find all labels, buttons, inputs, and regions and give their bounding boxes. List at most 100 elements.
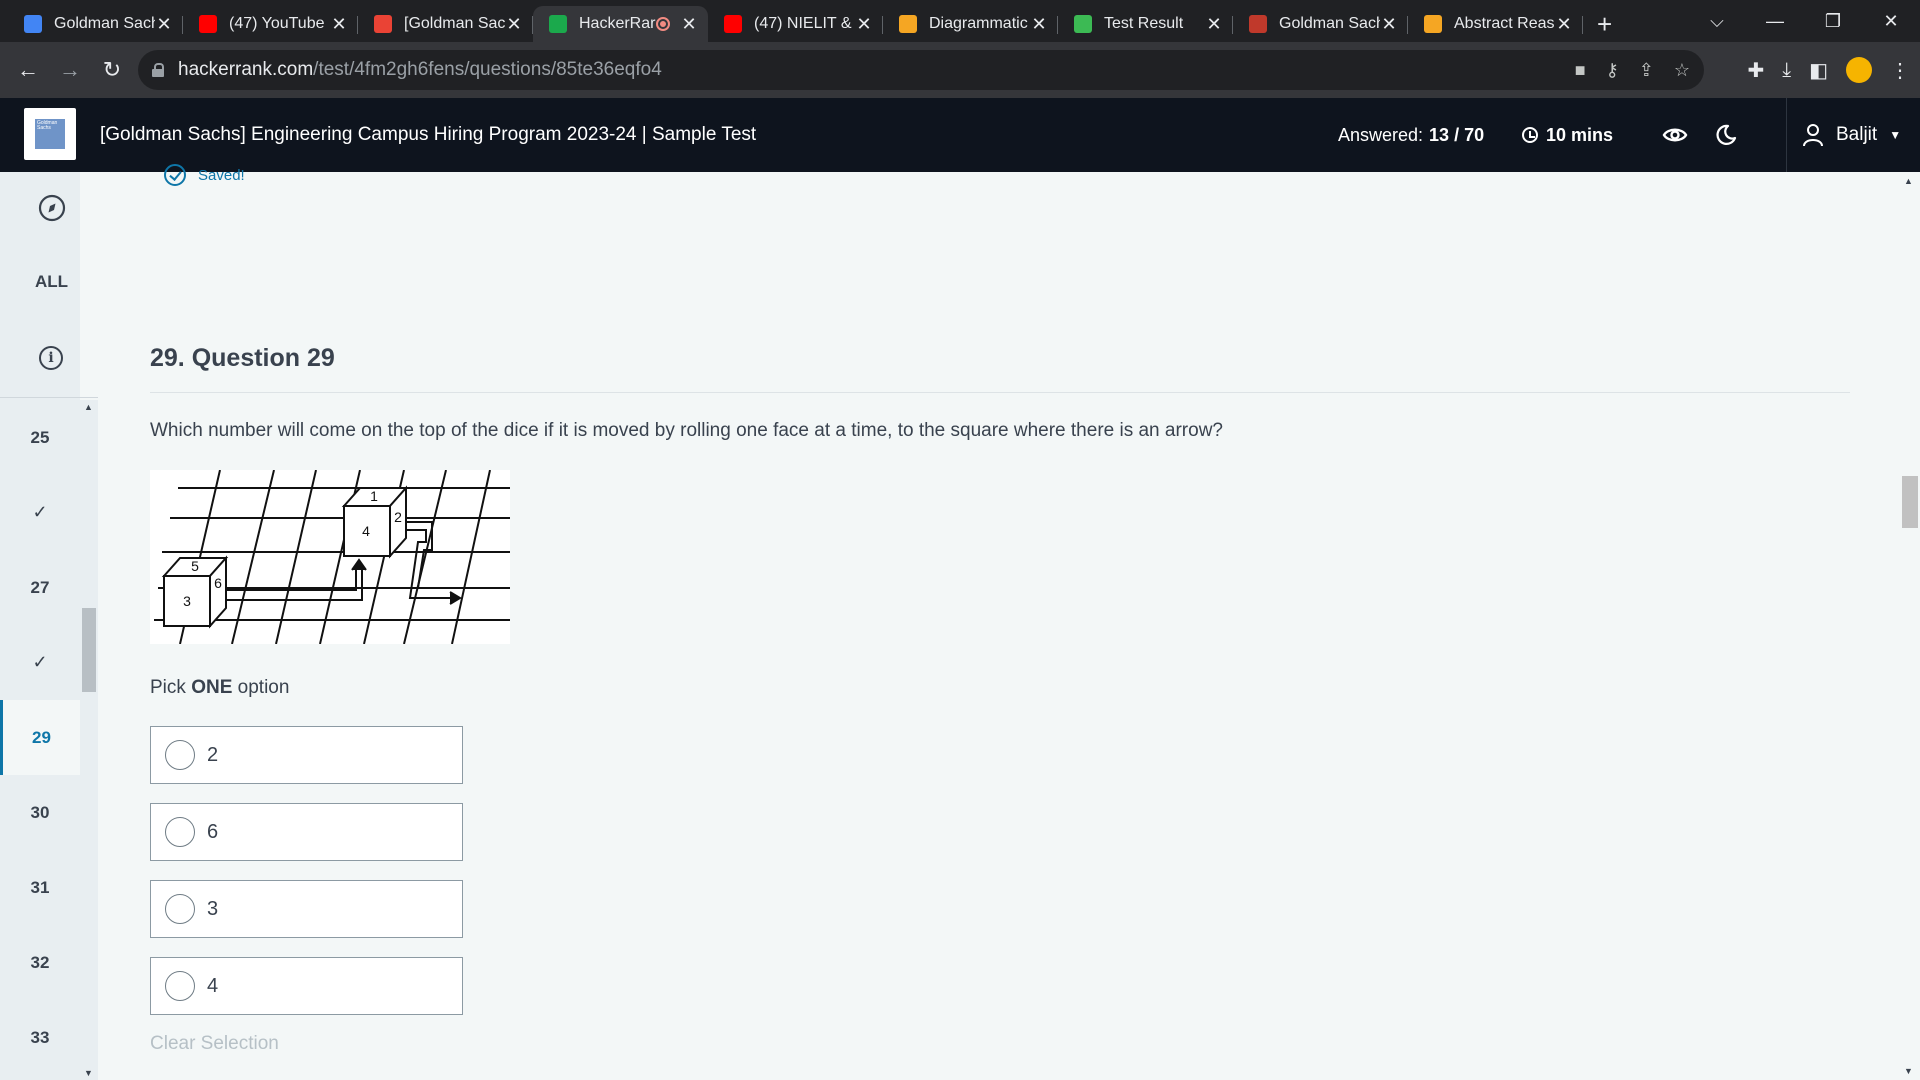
sidebar-question-29[interactable]: 29 bbox=[0, 700, 80, 775]
clear-selection-button[interactable]: Clear Selection bbox=[150, 1033, 279, 1055]
sidebar-question-27[interactable]: 27 bbox=[0, 550, 80, 625]
warning-icon bbox=[899, 15, 917, 33]
browser-tab[interactable]: (47) NIELIT & ✕ bbox=[708, 6, 883, 42]
extensions-puzzle-icon[interactable]: ✚ bbox=[1747, 58, 1764, 83]
dice-end-side-label: 2 bbox=[394, 509, 402, 525]
close-tab-icon[interactable]: ✕ bbox=[1555, 14, 1573, 35]
browser-tab[interactable]: (47) YouTube ✕ bbox=[183, 6, 358, 42]
user-menu[interactable]: Baljit ▼ bbox=[1802, 98, 1901, 172]
more-menu-icon[interactable]: ⋮ bbox=[1890, 58, 1910, 83]
saved-indicator: Saved! bbox=[164, 164, 245, 186]
recording-icon bbox=[656, 17, 670, 31]
back-arrow-icon[interactable]: ← bbox=[8, 50, 48, 90]
page-scroll-up-arrow-icon[interactable]: ▲ bbox=[1904, 176, 1913, 186]
profile-avatar[interactable] bbox=[1846, 57, 1872, 83]
tab-title: Abstract Reasc bbox=[1454, 15, 1555, 32]
browser-tab[interactable]: Goldman Sach ✕ bbox=[8, 6, 183, 42]
share-icon[interactable]: ⇪ bbox=[1639, 60, 1654, 81]
goldman-sachs-logo: Goldman Sachs bbox=[24, 108, 76, 160]
dice-end-front-label: 4 bbox=[362, 523, 370, 539]
side-panel-icon[interactable]: ◧ bbox=[1809, 58, 1828, 83]
question-text: Which number will come on the top of the… bbox=[150, 420, 1223, 441]
user-icon bbox=[1803, 124, 1823, 147]
tab-title: Diagrammatic bbox=[929, 15, 1028, 32]
new-tab-button[interactable]: + bbox=[1597, 6, 1612, 42]
camera-icon[interactable]: ■ bbox=[1575, 60, 1586, 81]
close-tab-icon[interactable]: ✕ bbox=[855, 14, 873, 35]
tab-title: Goldman Sach bbox=[1279, 15, 1380, 32]
page-scrollbar[interactable]: ▲ ▼ bbox=[1898, 172, 1920, 1080]
close-tab-icon[interactable]: ✕ bbox=[505, 14, 523, 35]
key-icon[interactable]: ⚷ bbox=[1606, 60, 1619, 81]
sidebar-question-31[interactable]: 31 bbox=[0, 850, 80, 925]
dice-grid-diagram: 5 3 6 1 4 2 bbox=[154, 469, 510, 645]
question-sidebar: ALL i 25 ✓ 27 ✓ 29 30 31 32 33 ▲ ▼ bbox=[0, 172, 98, 1080]
browser-tab-strip: Goldman Sach ✕ (47) YouTube ✕ [Goldman Sac ✕ H… bbox=[0, 0, 1920, 42]
umbrella-icon bbox=[1074, 15, 1092, 33]
close-tab-icon[interactable]: ✕ bbox=[1205, 14, 1223, 35]
timer: 10 mins bbox=[1522, 98, 1613, 172]
sidebar-question-25[interactable]: 25 bbox=[0, 400, 80, 475]
answer-option[interactable]: 3 bbox=[150, 880, 463, 938]
sidebar-question-30[interactable]: 30 bbox=[0, 775, 80, 850]
sidebar-scrollbar[interactable]: ▲ ▼ bbox=[80, 400, 98, 1080]
scroll-up-arrow-icon[interactable]: ▲ bbox=[84, 402, 93, 412]
restore-button[interactable]: ❐ bbox=[1804, 11, 1862, 32]
browser-tab[interactable]: Abstract Reasc ✕ bbox=[1408, 6, 1583, 42]
pick-instruction: Pick ONE option bbox=[150, 677, 290, 698]
option-label: 2 bbox=[207, 743, 219, 766]
check-circle-icon bbox=[164, 164, 186, 186]
dice-start-front-label: 3 bbox=[183, 593, 191, 609]
sidebar-question-33[interactable]: 33 bbox=[0, 1000, 80, 1075]
radio-button[interactable] bbox=[165, 894, 195, 924]
close-window-button[interactable]: ✕ bbox=[1862, 11, 1920, 32]
page-scroll-thumb[interactable] bbox=[1902, 476, 1918, 528]
sidebar-question-answered[interactable]: ✓ bbox=[0, 625, 80, 700]
clock-icon bbox=[1522, 127, 1538, 143]
page-scroll-down-arrow-icon[interactable]: ▼ bbox=[1904, 1066, 1913, 1076]
radio-button[interactable] bbox=[165, 740, 195, 770]
tab-title: (47) NIELIT & bbox=[754, 15, 852, 32]
radio-button[interactable] bbox=[165, 817, 195, 847]
moon-icon[interactable] bbox=[1714, 123, 1738, 147]
tab-search-icon[interactable]: ⌵ bbox=[1688, 11, 1746, 32]
address-bar[interactable]: hackerrank.com/test/4fm2gh6fens/question… bbox=[138, 50, 1704, 90]
compass-icon[interactable] bbox=[38, 194, 66, 222]
close-tab-icon[interactable]: ✕ bbox=[680, 14, 698, 35]
sidebar-question-answered[interactable]: ✓ bbox=[0, 475, 80, 550]
sidebar-scroll-thumb[interactable] bbox=[82, 608, 96, 692]
answer-option[interactable]: 4 bbox=[150, 957, 463, 1015]
close-tab-icon[interactable]: ✕ bbox=[330, 14, 348, 35]
close-tab-icon[interactable]: ✕ bbox=[1380, 14, 1398, 35]
browser-tab[interactable]: [Goldman Sac ✕ bbox=[358, 6, 533, 42]
close-tab-icon[interactable]: ✕ bbox=[1030, 14, 1048, 35]
browser-tab[interactable]: HackerRar ✕ bbox=[533, 6, 708, 42]
browser-tab[interactable]: Goldman Sach ✕ bbox=[1233, 6, 1408, 42]
gmail-icon bbox=[374, 15, 392, 33]
reload-icon[interactable]: ↻ bbox=[92, 50, 132, 90]
download-icon[interactable]: ⤓ bbox=[1782, 59, 1791, 82]
option-label: 4 bbox=[207, 974, 219, 997]
question-title: 29. Question 29 bbox=[150, 344, 335, 372]
minimize-button[interactable]: — bbox=[1746, 11, 1804, 32]
hackerrank-icon bbox=[549, 15, 567, 33]
forward-arrow-icon[interactable]: → bbox=[50, 50, 90, 90]
sidebar-divider bbox=[0, 397, 98, 398]
header-divider bbox=[1786, 98, 1787, 172]
browser-tab[interactable]: Diagrammatic ✕ bbox=[883, 6, 1058, 42]
sidebar-question-32[interactable]: 32 bbox=[0, 925, 80, 1000]
test-header: Goldman Sachs [Goldman Sachs] Engineerin… bbox=[0, 98, 1920, 172]
browser-tab[interactable]: Test Result ✕ bbox=[1058, 6, 1233, 42]
eye-icon[interactable] bbox=[1662, 123, 1688, 147]
radio-button[interactable] bbox=[165, 971, 195, 1001]
google-forms-icon bbox=[24, 15, 42, 33]
scroll-down-arrow-icon[interactable]: ▼ bbox=[84, 1068, 93, 1078]
info-icon[interactable]: i bbox=[39, 346, 63, 370]
tab-title: [Goldman Sac bbox=[404, 15, 505, 32]
answer-option[interactable]: 6 bbox=[150, 803, 463, 861]
all-questions-link[interactable]: ALL bbox=[0, 272, 103, 292]
bookmark-star-icon[interactable]: ☆ bbox=[1674, 60, 1690, 81]
close-tab-icon[interactable]: ✕ bbox=[155, 14, 173, 35]
answer-option[interactable]: 2 bbox=[150, 726, 463, 784]
warning-icon bbox=[1424, 15, 1442, 33]
